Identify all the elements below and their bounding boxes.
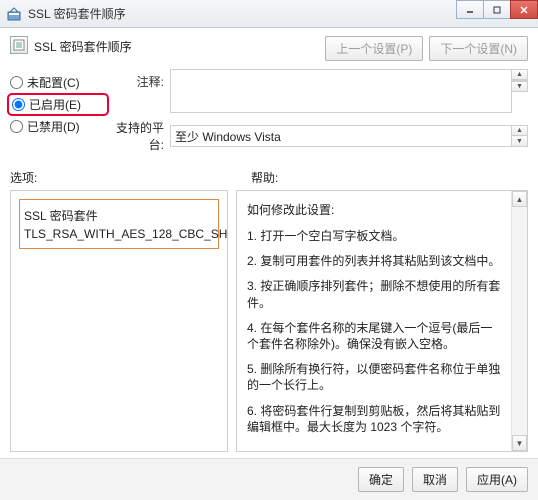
scroll-down-icon[interactable]: ▼ (512, 435, 527, 451)
state-radio-group: 未配置(C) 已启用(E) 已禁用(D) (10, 69, 106, 153)
platform-label: 支持的平台: (106, 119, 170, 153)
platform-spin-down[interactable]: ▼ (512, 136, 528, 147)
help-step-6: 6. 将密码套件行复制到剪贴板，然后将其粘贴到编辑框中。最大长度为 1023 个… (247, 403, 503, 435)
help-section-label: 帮助: (251, 169, 528, 186)
maximize-button[interactable] (483, 0, 511, 19)
help-step-3: 3. 按正确顺序排列套件；删除不想使用的所有套件。 (247, 278, 503, 310)
app-icon (6, 6, 22, 22)
window-title: SSL 密码套件顺序 (28, 5, 457, 22)
radio-enabled[interactable]: 已启用(E) (10, 96, 106, 113)
help-heading: 如何修改此设置: (247, 201, 503, 218)
title-bar: SSL 密码套件顺序 (0, 0, 538, 28)
radio-disabled-label: 已禁用(D) (27, 118, 80, 135)
comment-spin-up[interactable]: ▲ (512, 69, 528, 80)
help-step-4: 4. 在每个套件名称的末尾键入一个逗号(最后一个套件名称除外)。确保没有嵌入空格… (247, 320, 503, 352)
options-panel: SSL 密码套件 TLS_RSA_WITH_AES_128_CBC_SHA256 (10, 190, 228, 452)
help-panel: 如何修改此设置: 1. 打开一个空白写字板文档。 2. 复制可用套件的列表并将其… (236, 190, 528, 452)
comment-input[interactable] (170, 69, 512, 113)
page-header: SSL 密码套件顺序 上一个设置(P) 下一个设置(N) (0, 28, 538, 65)
cipher-suite-value[interactable]: TLS_RSA_WITH_AES_128_CBC_SHA256 (24, 227, 214, 241)
radio-not-configured-input[interactable] (10, 76, 23, 89)
dialog-footer: 确定 取消 应用(A) (0, 458, 538, 500)
radio-disabled-input[interactable] (10, 120, 23, 133)
minimize-button[interactable] (456, 0, 484, 19)
window-controls (457, 0, 538, 27)
next-setting-button[interactable]: 下一个设置(N) (429, 36, 528, 61)
policy-icon (10, 36, 28, 54)
help-body: 如何修改此设置: 1. 打开一个空白写字板文档。 2. 复制可用套件的列表并将其… (237, 191, 511, 451)
comment-spin-down[interactable]: ▼ (512, 81, 528, 92)
cipher-suite-title: SSL 密码套件 (24, 207, 214, 224)
radio-not-configured[interactable]: 未配置(C) (10, 74, 106, 91)
cipher-suite-box: SSL 密码套件 TLS_RSA_WITH_AES_128_CBC_SHA256 (19, 199, 219, 249)
help-step-5: 5. 删除所有换行符，以便密码套件名称位于单独的一个长行上。 (247, 361, 503, 393)
close-button[interactable] (510, 0, 538, 19)
ok-button[interactable]: 确定 (358, 467, 404, 492)
apply-button[interactable]: 应用(A) (466, 467, 528, 492)
platform-value: 至少 Windows Vista (170, 125, 512, 147)
radio-not-configured-label: 未配置(C) (27, 74, 80, 91)
help-step-2: 2. 复制可用套件的列表并将其粘贴到该文档中。 (247, 253, 503, 269)
help-step-1: 1. 打开一个空白写字板文档。 (247, 228, 503, 244)
scroll-up-icon[interactable]: ▲ (512, 191, 527, 207)
help-scrollbar[interactable]: ▲ ▼ (511, 191, 527, 451)
comment-label: 注释: (106, 69, 170, 90)
scroll-track[interactable] (512, 207, 527, 435)
prev-setting-button[interactable]: 上一个设置(P) (325, 36, 423, 61)
radio-enabled-label: 已启用(E) (29, 96, 81, 113)
page-title: SSL 密码套件顺序 (34, 36, 325, 55)
radio-enabled-input[interactable] (12, 98, 25, 111)
radio-disabled[interactable]: 已禁用(D) (10, 118, 106, 135)
options-section-label: 选项: (10, 169, 251, 186)
platform-spin-up[interactable]: ▲ (512, 125, 528, 136)
cancel-button[interactable]: 取消 (412, 467, 458, 492)
